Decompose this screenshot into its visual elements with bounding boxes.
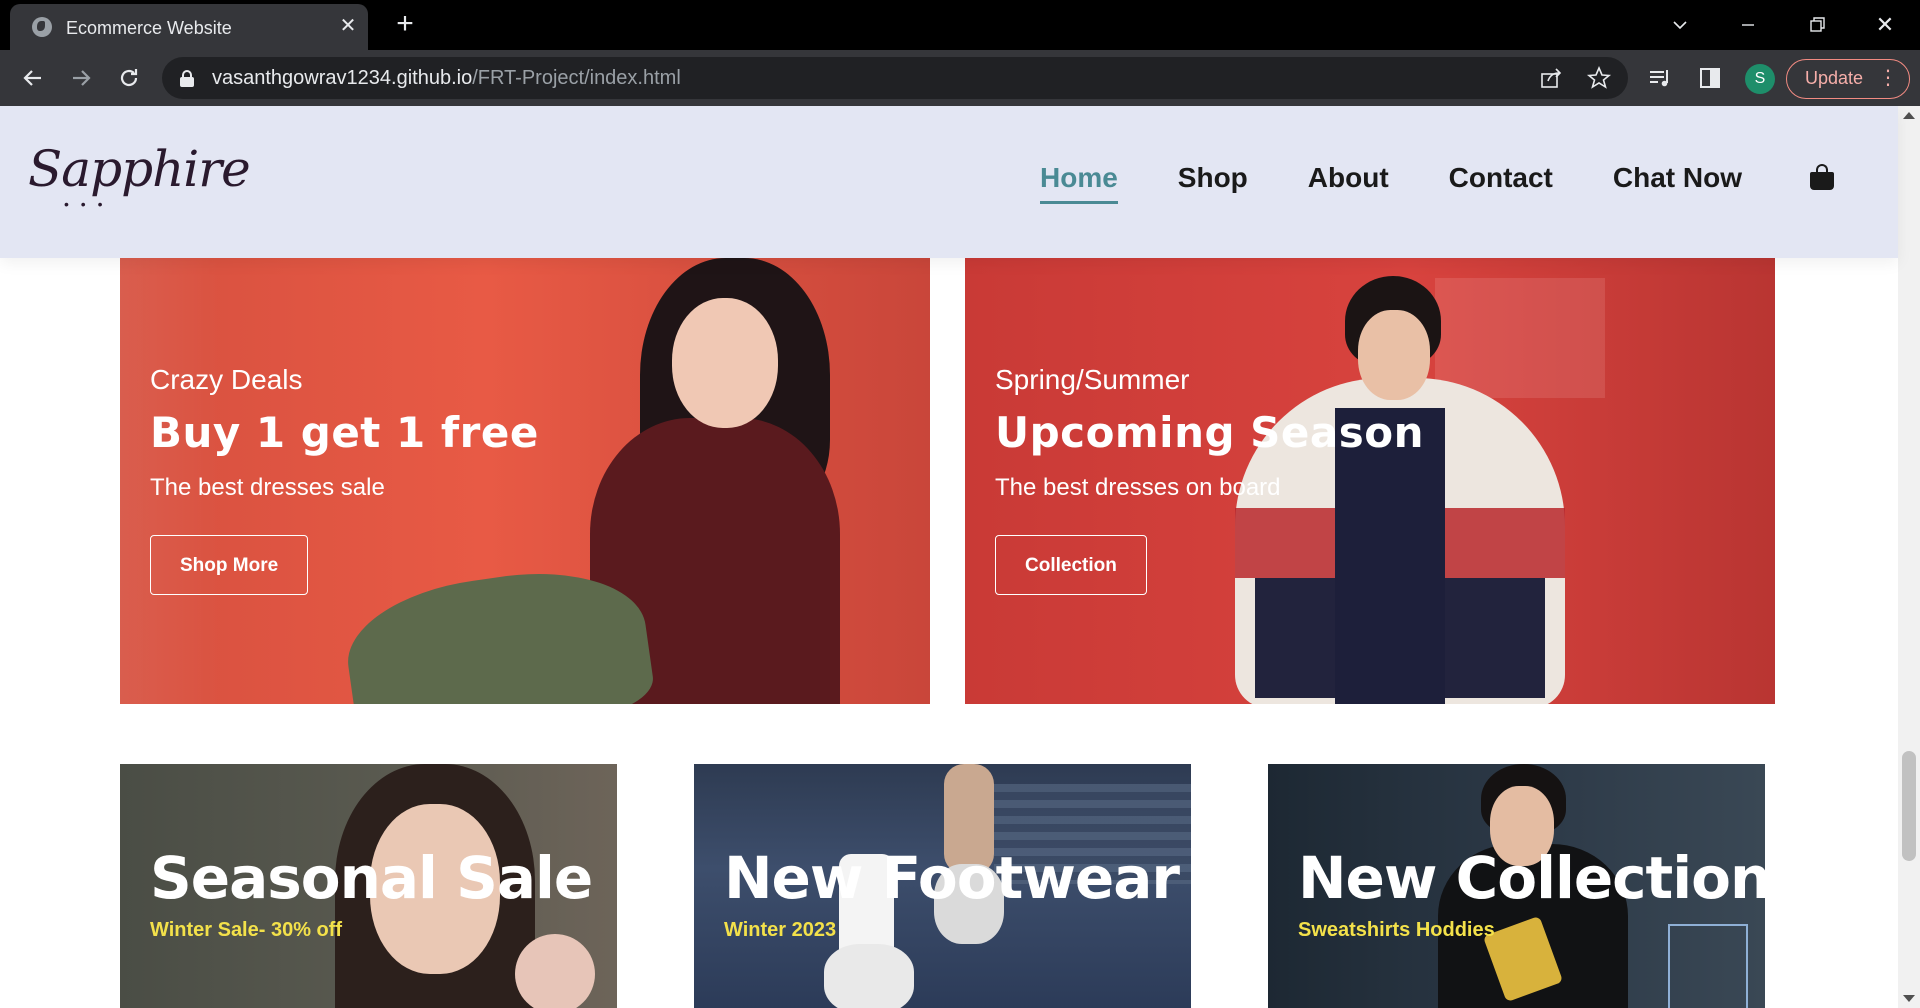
banner-upcoming-season: Spring/Summer Upcoming Season The best d… xyxy=(965,258,1775,704)
scroll-up-arrow-icon[interactable] xyxy=(1903,112,1915,119)
banner-title: Upcoming Season xyxy=(995,408,1424,457)
flower xyxy=(515,934,595,1008)
banner-crazy-deals: Crazy Deals Buy 1 get 1 free The best dr… xyxy=(120,258,930,704)
shopping-bag-icon[interactable] xyxy=(1810,164,1834,190)
logo-dots: • • • xyxy=(64,196,107,212)
back-arrow-icon[interactable] xyxy=(18,63,48,93)
banner-title: Seasonal Sale xyxy=(150,844,593,912)
banner-seasonal-sale[interactable]: Seasonal Sale Winter Sale- 30% off xyxy=(120,764,617,1008)
close-tab-icon[interactable]: ✕ xyxy=(336,14,360,38)
browser-toolbar: vasanthgowrav1234.github.io/FRT-Project/… xyxy=(0,50,1920,106)
bookmark-star-icon[interactable] xyxy=(1586,65,1612,91)
page-viewport: Sapphire • • • Home Shop About Contact C… xyxy=(0,106,1920,1008)
share-icon[interactable] xyxy=(1538,65,1564,91)
logo[interactable]: Sapphire xyxy=(28,140,251,198)
banner-description: The best dresses on board xyxy=(995,474,1281,501)
update-button[interactable]: Update ⋮ xyxy=(1786,59,1910,99)
neon-frame xyxy=(1668,924,1748,1008)
restore-icon[interactable] xyxy=(1802,10,1832,40)
model-face xyxy=(1358,310,1430,400)
banner-subtitle: Sweatshirts Hoddies xyxy=(1298,919,1495,941)
banner-title: New Footwear xyxy=(724,844,1180,912)
url-text[interactable]: vasanthgowrav1234.github.io/FRT-Project/… xyxy=(212,67,681,90)
profile-avatar[interactable]: S xyxy=(1745,64,1775,94)
sneaker xyxy=(824,944,914,1008)
banner-subtitle: Spring/Summer xyxy=(995,364,1190,395)
minimize-icon[interactable] xyxy=(1733,10,1763,40)
shop-more-button[interactable]: Shop More xyxy=(150,535,309,595)
nav-chat-now[interactable]: Chat Now xyxy=(1613,162,1742,194)
banner-new-collection[interactable]: New Collection Sweatshirts Hoddies xyxy=(1268,764,1765,1008)
page-scrollbar[interactable] xyxy=(1898,106,1920,1008)
collection-button[interactable]: Collection xyxy=(995,535,1147,595)
forward-arrow-icon[interactable] xyxy=(66,63,96,93)
banner-title: New Collection xyxy=(1298,844,1765,912)
nav-contact[interactable]: Contact xyxy=(1449,162,1553,194)
banner-description: The best dresses sale xyxy=(150,474,385,501)
tab-search-icon[interactable] xyxy=(1665,10,1695,40)
media-control-icon[interactable] xyxy=(1646,64,1674,92)
ceiling-light xyxy=(1435,278,1605,398)
tab-title: Ecommerce Website xyxy=(66,18,232,38)
banner-subtitle: Crazy Deals xyxy=(150,364,303,395)
banner-subtitle: Winter Sale- 30% off xyxy=(150,919,343,941)
close-window-icon[interactable]: ✕ xyxy=(1870,10,1900,40)
scrollbar-thumb[interactable] xyxy=(1902,751,1916,861)
side-panel-icon[interactable] xyxy=(1696,64,1724,92)
lock-icon[interactable] xyxy=(180,70,194,87)
menu-kebab-icon[interactable]: ⋮ xyxy=(1878,60,1898,97)
nav-shop[interactable]: Shop xyxy=(1178,162,1248,194)
browser-tab-strip: Ecommerce Website ✕ + ✕ xyxy=(0,0,1920,50)
banner-title: Buy 1 get 1 free xyxy=(150,408,539,457)
browser-tab[interactable]: Ecommerce Website ✕ xyxy=(10,4,368,50)
main-nav: Home Shop About Contact Chat Now xyxy=(1040,158,1802,204)
nav-home[interactable]: Home xyxy=(1040,162,1118,204)
new-tab-button[interactable]: + xyxy=(390,9,420,40)
address-bar[interactable]: vasanthgowrav1234.github.io/FRT-Project/… xyxy=(162,57,1628,99)
banner-new-footwear[interactable]: New Footwear Winter 2023 xyxy=(694,764,1191,1008)
site-header: Sapphire • • • Home Shop About Contact C… xyxy=(0,106,1898,258)
banner-subtitle: Winter 2023 xyxy=(724,919,837,941)
scroll-down-arrow-icon[interactable] xyxy=(1903,995,1915,1002)
model-face xyxy=(672,298,778,428)
globe-icon xyxy=(32,17,52,37)
nav-about[interactable]: About xyxy=(1308,162,1389,194)
reload-icon[interactable] xyxy=(114,63,144,93)
